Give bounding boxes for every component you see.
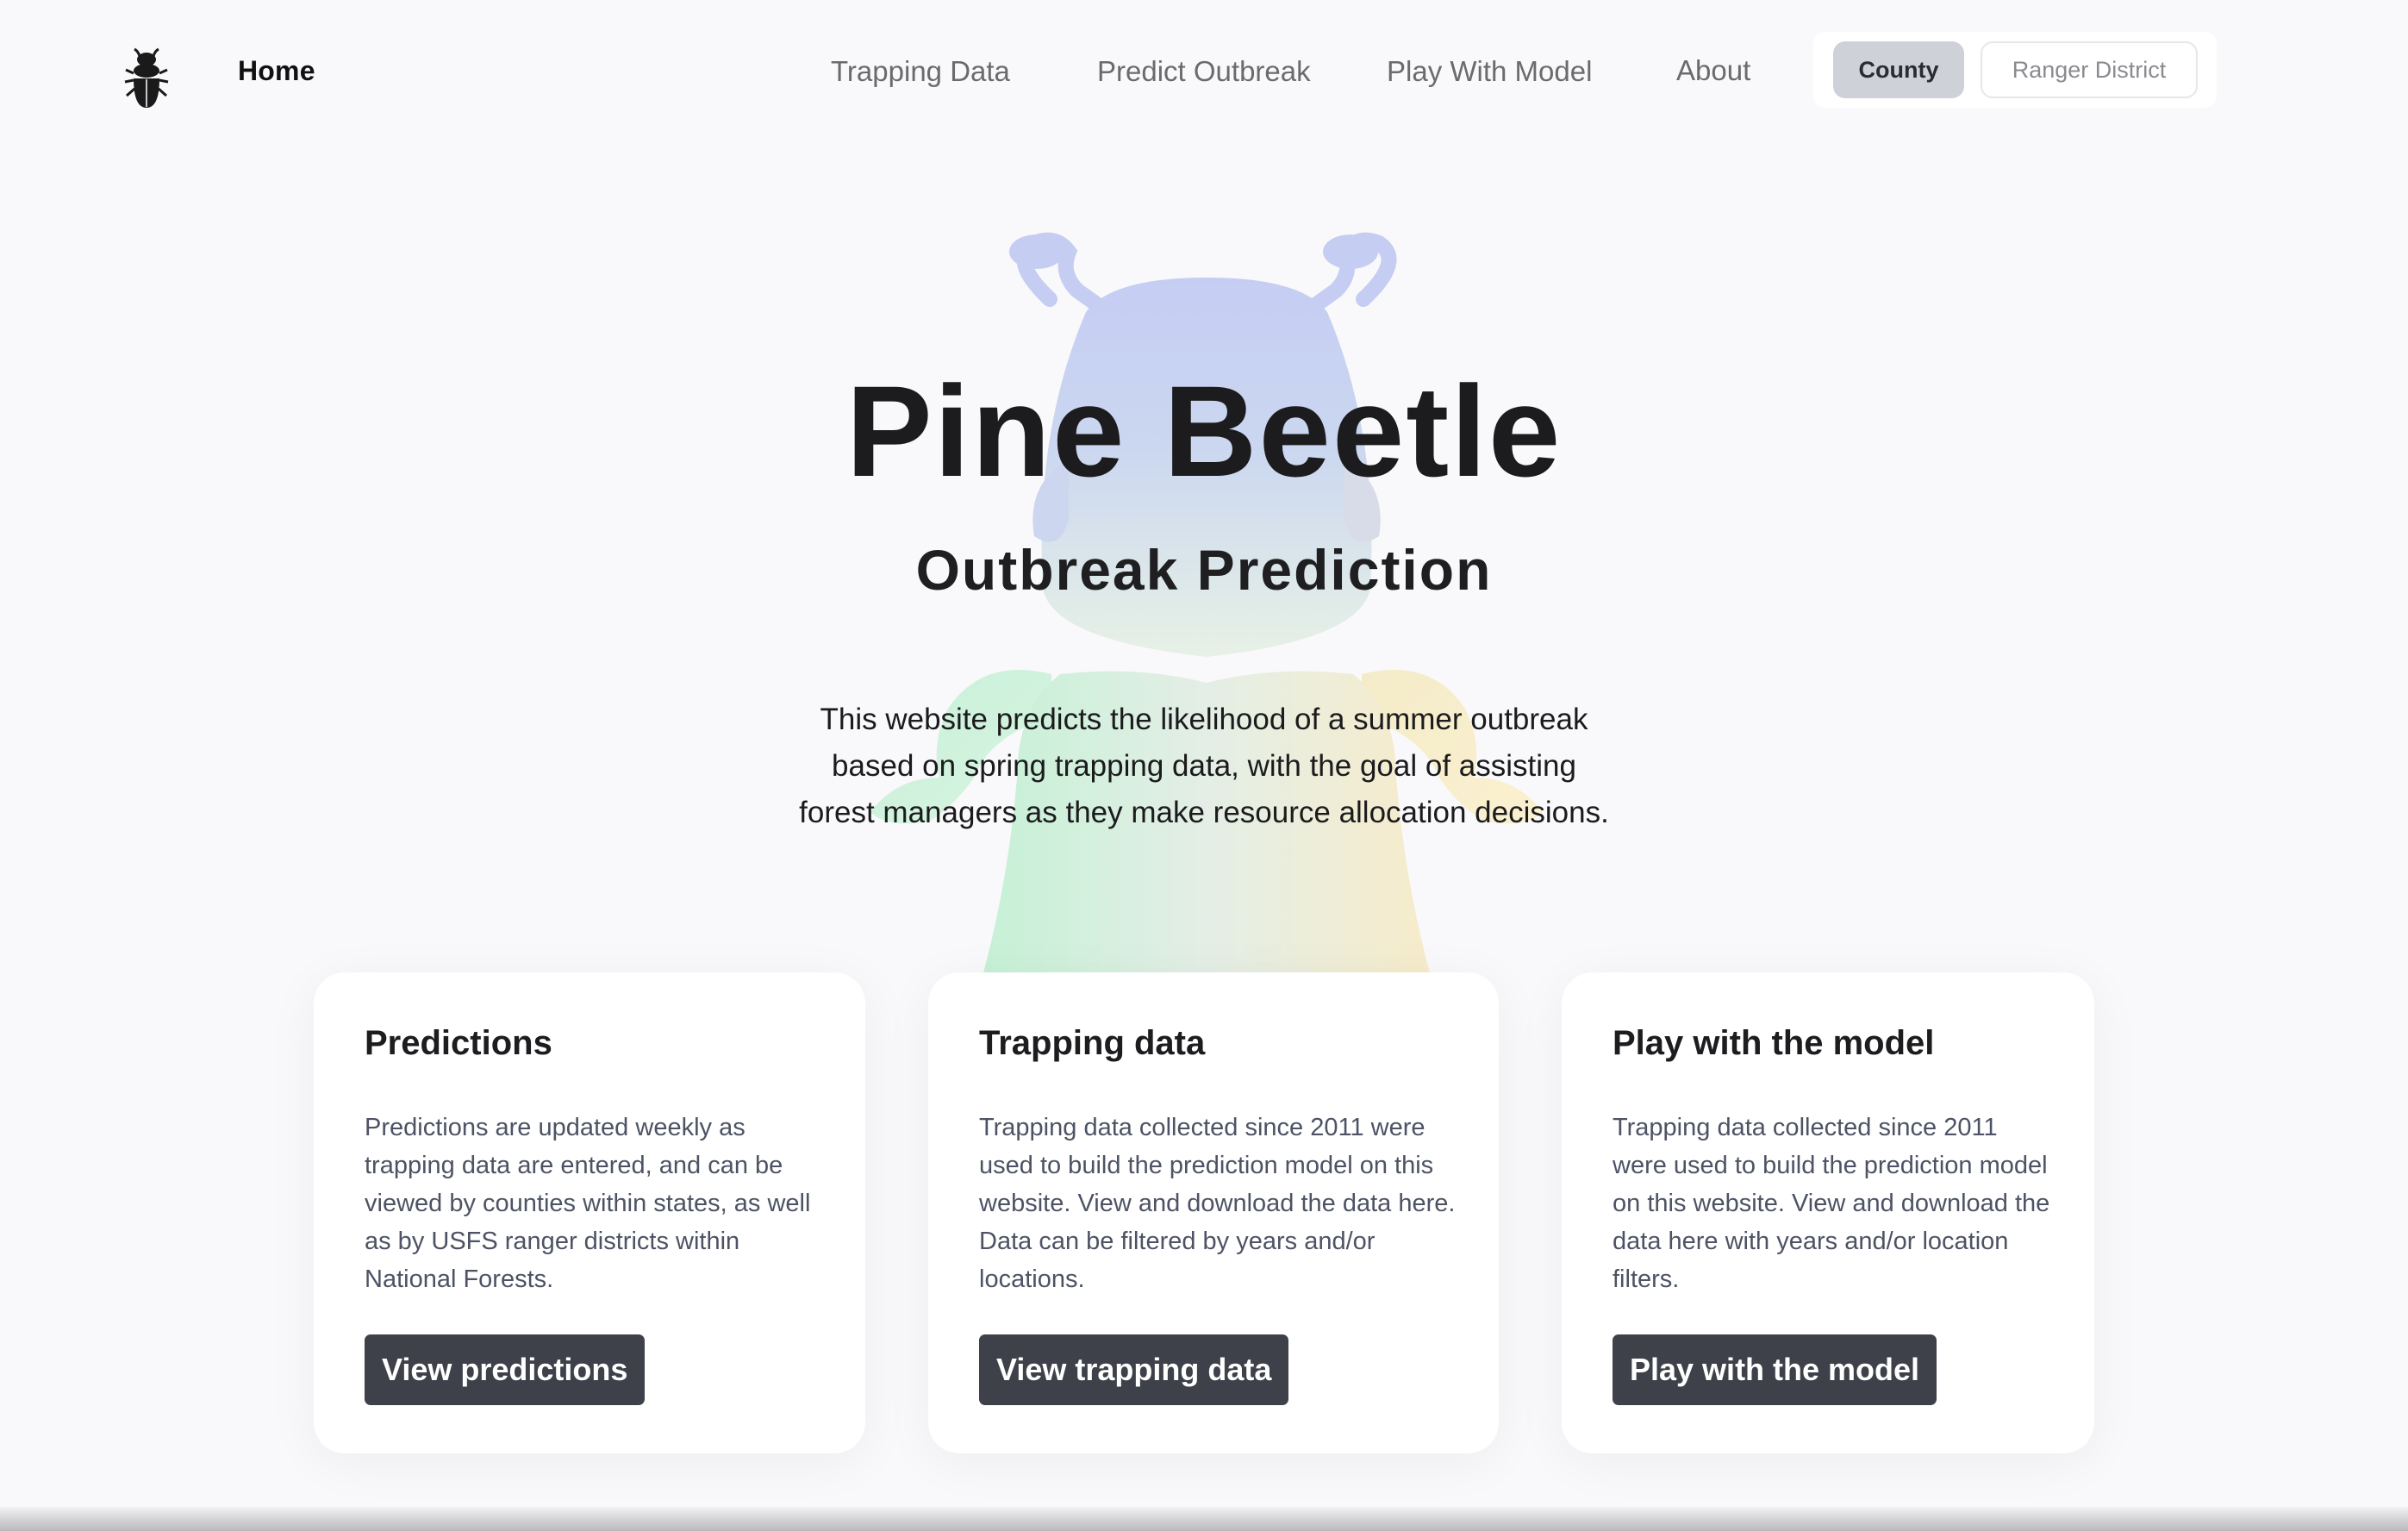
card-title: Play with the model	[1613, 1024, 1935, 1062]
trapping-data-card: Trapping data Trapping data collected si…	[928, 972, 1499, 1453]
card-description: Trapping data collected since 2011 were …	[979, 1114, 1456, 1293]
view-trapping-data-button[interactable]: View trapping data	[979, 1334, 1289, 1405]
region-toggle: County Ranger District	[1813, 32, 2217, 108]
card-title: Trapping data	[979, 1024, 1206, 1062]
card-title: Predictions	[365, 1024, 552, 1062]
card-description: Trapping data collected since 2011 were …	[1613, 1114, 2050, 1293]
top-nav: Home Trapping Data Predict Outbreak Play…	[0, 0, 2408, 147]
predictions-card: Predictions Predictions are updated week…	[314, 972, 865, 1453]
page: Home Trapping Data Predict Outbreak Play…	[0, 0, 2408, 1531]
window-bottom-edge	[0, 1507, 2408, 1531]
county-toggle-button[interactable]: County	[1833, 41, 1964, 98]
play-with-model-card: Play with the model Trapping data collec…	[1562, 972, 2094, 1453]
nav-link-about[interactable]: About	[1676, 54, 1750, 87]
nav-link-play-with-model[interactable]: Play With Model	[1387, 55, 1592, 88]
ranger-district-toggle-button[interactable]: Ranger District	[1981, 41, 2198, 98]
card-description: Predictions are updated weekly as trappi…	[365, 1114, 811, 1293]
play-with-model-button[interactable]: Play with the model	[1613, 1334, 1937, 1405]
page-subtitle: Outbreak Prediction	[915, 538, 1493, 602]
nav-link-trapping-data[interactable]: Trapping Data	[831, 55, 1010, 88]
hero-description: This website predicts the likelihood of …	[799, 703, 1609, 829]
beetle-logo-icon[interactable]	[122, 47, 171, 109]
page-title: Pine Beetle	[845, 359, 1563, 503]
view-predictions-button[interactable]: View predictions	[365, 1334, 646, 1405]
nav-home-link[interactable]: Home	[238, 55, 315, 87]
nav-link-predict-outbreak[interactable]: Predict Outbreak	[1097, 55, 1311, 88]
